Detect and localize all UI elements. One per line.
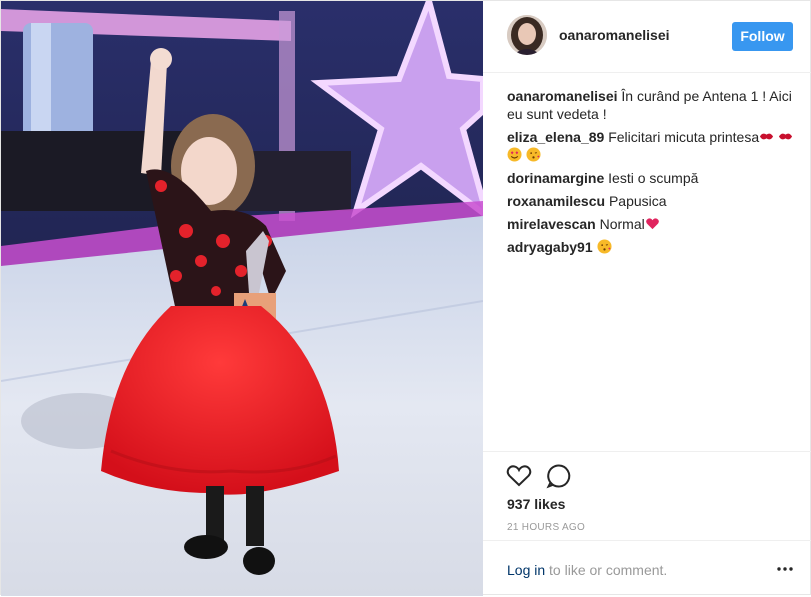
- face-blowing-kiss-icon: [526, 147, 541, 163]
- comment-username[interactable]: dorinamargine: [507, 170, 604, 186]
- heart-eyes-icon: [507, 147, 522, 163]
- heart-outline-icon[interactable]: [505, 462, 533, 490]
- likes-count[interactable]: 937 likes: [507, 496, 565, 512]
- post-sidebar: oanaromanelisei Follow oanaromanelisei Î…: [483, 1, 811, 596]
- kiss-mark-icon: [759, 129, 774, 145]
- follow-button[interactable]: Follow: [732, 22, 793, 51]
- comment-item: eliza_elena_89 Felicitari micuta printes…: [507, 128, 797, 164]
- kiss-mark-icon: [778, 129, 793, 145]
- face-blowing-kiss-icon: [596, 239, 612, 255]
- comment-text: Papusica: [608, 193, 667, 209]
- comment-item: roxanamilescu Papusica: [507, 192, 797, 210]
- login-rest-text: to like or comment.: [545, 562, 668, 578]
- post-header: oanaromanelisei Follow: [483, 1, 811, 73]
- comment-item: adryagaby91: [507, 238, 797, 256]
- comment-item: dorinamargine Iesti o scumpă: [507, 169, 797, 187]
- red-heart-icon: [645, 216, 660, 232]
- post-actions: 937 likes 21 HOURS AGO Log in to like or…: [483, 451, 811, 596]
- comment-username[interactable]: eliza_elena_89: [507, 129, 604, 145]
- comment-text: Normal: [599, 216, 645, 232]
- comments-list: oanaromanelisei În curând pe Antena 1 ! …: [507, 87, 797, 261]
- comment-username[interactable]: adryagaby91: [507, 239, 593, 255]
- comment-username[interactable]: mirelavescan: [507, 216, 596, 232]
- comment-bubble-icon[interactable]: [545, 462, 573, 490]
- post-timestamp[interactable]: 21 HOURS AGO: [507, 522, 585, 533]
- instagram-post: oanaromanelisei Follow oanaromanelisei Î…: [0, 0, 811, 596]
- comment-text: Iesti o scumpă: [608, 170, 699, 186]
- login-prompt: Log in to like or comment.: [483, 540, 811, 597]
- comment-username[interactable]: roxanamilescu: [507, 193, 605, 209]
- more-options-icon[interactable]: [775, 561, 795, 577]
- post-photo[interactable]: [1, 1, 483, 596]
- avatar-image: [507, 15, 547, 55]
- caption-username[interactable]: oanaromanelisei: [507, 88, 618, 104]
- caption: oanaromanelisei În curând pe Antena 1 ! …: [507, 87, 797, 123]
- post-username[interactable]: oanaromanelisei: [559, 27, 670, 43]
- comment-text: Felicitari micuta printesa: [608, 129, 760, 145]
- comment-item: mirelavescan Normal: [507, 215, 797, 233]
- avatar[interactable]: [507, 15, 547, 55]
- photo-scene: [1, 1, 483, 596]
- login-prompt-text: Log in to like or comment.: [507, 562, 667, 578]
- login-link[interactable]: Log in: [507, 562, 545, 578]
